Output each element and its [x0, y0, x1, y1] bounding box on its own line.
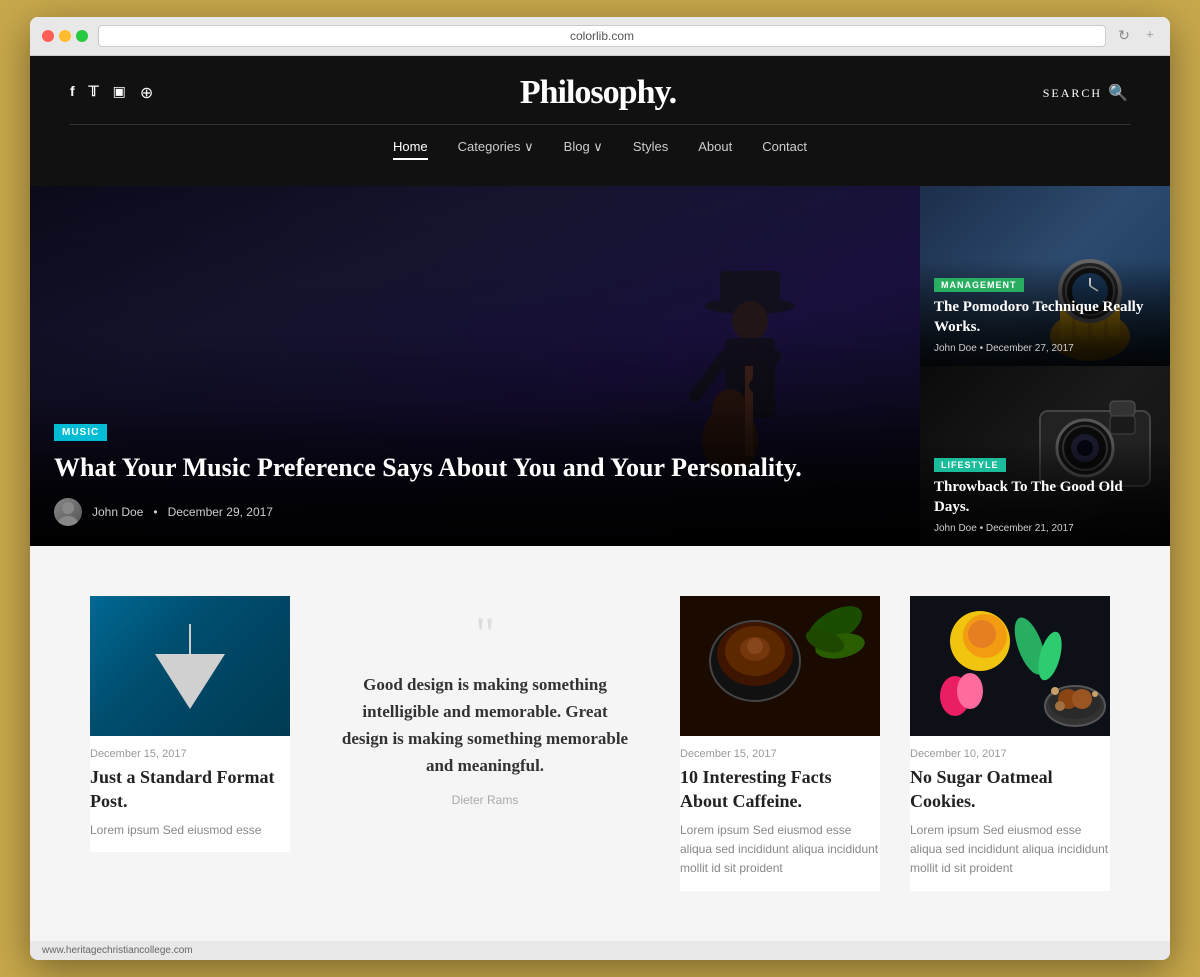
coffee-image — [680, 596, 880, 736]
refresh-button[interactable]: ↻ — [1116, 28, 1132, 44]
lamp-icon — [155, 624, 225, 709]
side-card-1-tag: MANAGEMENT — [934, 278, 1024, 292]
hero-title[interactable]: What Your Music Preference Says About Yo… — [54, 451, 896, 485]
author-avatar — [54, 498, 82, 526]
hero-category-tag[interactable]: MUSIC — [54, 424, 107, 441]
pinterest-icon[interactable]: ⊕ — [140, 83, 153, 103]
site-header: f 𝕋 ▣ ⊕ Philosophy. SEARCH 🔍 Home Catego… — [30, 56, 1170, 186]
side-card-lifestyle[interactable]: LIFESTYLE Throwback To The Good Old Days… — [920, 366, 1170, 546]
site-content: f 𝕋 ▣ ⊕ Philosophy. SEARCH 🔍 Home Catego… — [30, 56, 1170, 940]
hero-dot: • — [153, 505, 157, 519]
post-3-title[interactable]: 10 Interesting Facts About Caffeine. — [680, 766, 880, 813]
content-section: December 15, 2017 Just a Standard Format… — [30, 546, 1170, 940]
site-navigation: Home Categories ∨ Blog ∨ Styles About Co… — [70, 124, 1130, 168]
quote-mark-icon: " — [340, 616, 630, 654]
social-icons: f 𝕋 ▣ ⊕ — [70, 83, 153, 103]
nav-about[interactable]: About — [698, 135, 732, 160]
maximize-button[interactable] — [76, 30, 88, 42]
search-button[interactable]: SEARCH 🔍 — [1043, 83, 1130, 103]
post-4-excerpt: Lorem ipsum Sed eiusmod esse aliqua sed … — [910, 821, 1110, 879]
hero-author: John Doe — [92, 505, 143, 519]
browser-status-bar: www.heritagechristiancollege.com — [30, 941, 1170, 960]
quote-text: Good design is making something intellig… — [340, 671, 630, 780]
post-card-lamp[interactable]: December 15, 2017 Just a Standard Format… — [90, 596, 290, 852]
post-3-excerpt: Lorem ipsum Sed eiusmod esse aliqua sed … — [680, 821, 880, 879]
url-bar[interactable]: colorlib.com — [98, 25, 1106, 47]
nav-styles[interactable]: Styles — [633, 135, 668, 160]
side-card-1-meta: John Doe • December 27, 2017 — [934, 343, 1156, 354]
post-card-coffee[interactable]: December 15, 2017 10 Interesting Facts A… — [680, 596, 880, 890]
post-4-content: December 10, 2017 No Sugar Oatmeal Cooki… — [910, 736, 1110, 890]
minimize-button[interactable] — [59, 30, 71, 42]
post-1-date: December 15, 2017 — [90, 748, 290, 760]
browser-chrome: colorlib.com ↻ + — [30, 17, 1170, 56]
side-card-1-title: The Pomodoro Technique Really Works. — [934, 298, 1156, 337]
side-card-2-tag: LIFESTYLE — [934, 458, 1006, 472]
hero-side-cards: MANAGEMENT The Pomodoro Technique Really… — [920, 186, 1170, 546]
hero-overlay: MUSIC What Your Music Preference Says Ab… — [30, 402, 920, 547]
nav-contact[interactable]: Contact — [762, 135, 807, 160]
lamp-image — [90, 596, 290, 736]
nav-categories[interactable]: Categories ∨ — [458, 135, 534, 160]
site-title[interactable]: Philosophy. — [520, 74, 676, 112]
facebook-icon[interactable]: f — [70, 83, 75, 103]
post-4-date: December 10, 2017 — [910, 748, 1110, 760]
flowers-image — [910, 596, 1110, 736]
side-card-management[interactable]: MANAGEMENT The Pomodoro Technique Really… — [920, 186, 1170, 366]
browser-window: colorlib.com ↻ + f 𝕋 ▣ ⊕ Philosophy. SEA… — [30, 17, 1170, 959]
hero-meta: John Doe • December 29, 2017 — [54, 498, 896, 526]
side-card-2-meta: John Doe • December 21, 2017 — [934, 523, 1156, 534]
nav-blog[interactable]: Blog ∨ — [564, 135, 603, 160]
status-url: www.heritagechristiancollege.com — [42, 945, 193, 956]
header-top: f 𝕋 ▣ ⊕ Philosophy. SEARCH 🔍 — [70, 74, 1130, 112]
post-3-content: December 15, 2017 10 Interesting Facts A… — [680, 736, 880, 890]
hero-main-card[interactable]: MUSIC What Your Music Preference Says Ab… — [30, 186, 920, 546]
side-card-2-overlay: LIFESTYLE Throwback To The Good Old Days… — [920, 443, 1170, 546]
hero-section: MUSIC What Your Music Preference Says Ab… — [30, 186, 1170, 546]
close-button[interactable] — [42, 30, 54, 42]
hero-date: December 29, 2017 — [168, 505, 273, 519]
quote-card: " Good design is making something intell… — [320, 596, 650, 827]
post-4-title[interactable]: No Sugar Oatmeal Cookies. — [910, 766, 1110, 813]
post-card-flowers[interactable]: December 10, 2017 No Sugar Oatmeal Cooki… — [910, 596, 1110, 890]
post-3-date: December 15, 2017 — [680, 748, 880, 760]
post-1-excerpt: Lorem ipsum Sed eiusmod esse — [90, 821, 290, 840]
quote-author: Dieter Rams — [340, 793, 630, 807]
nav-home[interactable]: Home — [393, 135, 428, 160]
instagram-icon[interactable]: ▣ — [113, 83, 126, 103]
search-icon: 🔍 — [1108, 83, 1130, 103]
content-grid: December 15, 2017 Just a Standard Format… — [90, 596, 1110, 890]
post-1-title[interactable]: Just a Standard Format Post. — [90, 766, 290, 813]
post-1-content: December 15, 2017 Just a Standard Format… — [90, 736, 290, 852]
new-tab-button[interactable]: + — [1142, 28, 1158, 44]
search-label: SEARCH — [1043, 86, 1102, 101]
twitter-icon[interactable]: 𝕋 — [89, 83, 99, 103]
side-card-1-overlay: MANAGEMENT The Pomodoro Technique Really… — [920, 263, 1170, 366]
side-card-2-title: Throwback To The Good Old Days. — [934, 478, 1156, 517]
traffic-lights — [42, 30, 88, 42]
